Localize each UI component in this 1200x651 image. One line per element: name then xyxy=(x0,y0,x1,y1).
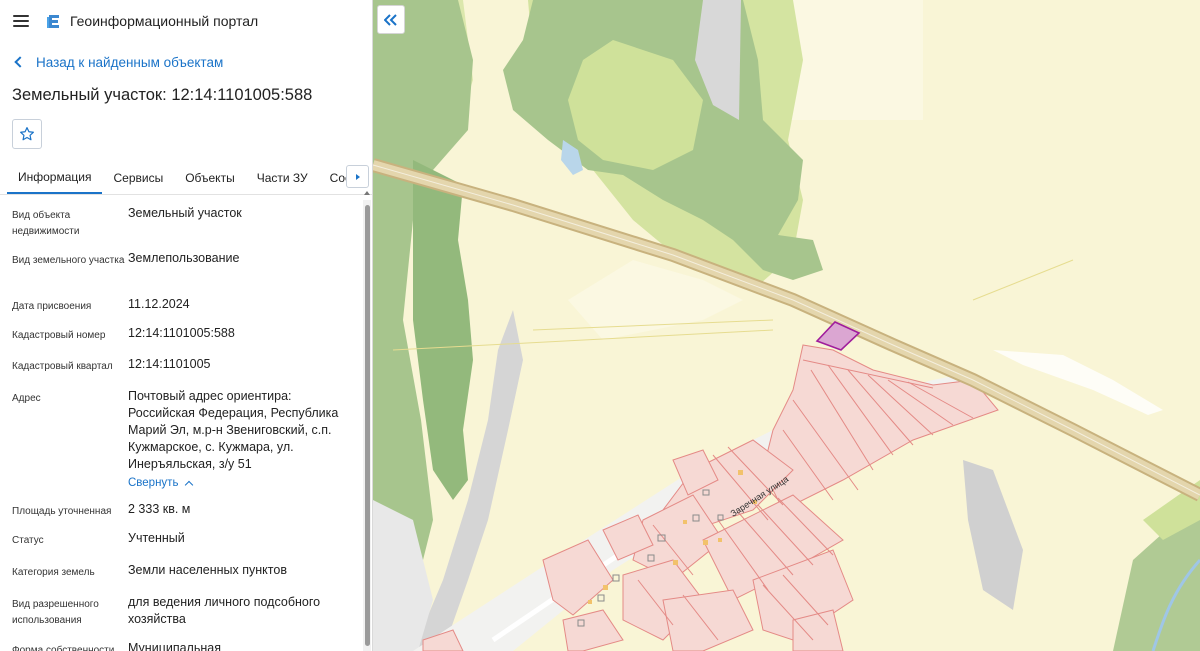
address-value: Почтовый адрес ориентира: Российская Фед… xyxy=(128,389,339,471)
collapse-label: Свернуть xyxy=(128,477,179,489)
sidebar-header: Геоинформационный портал xyxy=(0,0,372,42)
property-value: 11.12.2024 xyxy=(128,297,190,311)
property-value: Землепользование xyxy=(128,251,240,265)
hamburger-icon[interactable] xyxy=(13,15,29,27)
property-value: 2 333 кв. м xyxy=(128,502,191,516)
favorite-button[interactable] xyxy=(12,119,42,149)
collapse-panel-button[interactable] xyxy=(377,5,405,34)
map-view[interactable]: Заречная улица xyxy=(373,0,1200,651)
scroll-up-arrow-icon[interactable] xyxy=(364,190,370,196)
property-key: Вид объекта недвижимости xyxy=(12,210,80,237)
tab-objects[interactable]: Объекты xyxy=(174,161,246,194)
property-value: для ведения личного подсобного хозяйства xyxy=(128,595,321,626)
property-value: Муниципальная xyxy=(128,641,221,651)
property-value: 12:14:1101005 xyxy=(128,357,211,371)
property-row-address: Адрес Почтовый адрес ориентира: Российск… xyxy=(0,388,350,492)
property-key: Дата присвоения xyxy=(12,301,92,312)
property-key: Вид разрешенного использования xyxy=(12,599,99,626)
tab-services[interactable]: Сервисы xyxy=(102,161,174,194)
tabs-scroll-right-button[interactable] xyxy=(346,165,369,188)
back-to-results-link[interactable]: Назад к найденным объектам xyxy=(0,42,372,82)
star-icon xyxy=(20,127,34,141)
property-row: Вид разрешенного использования для веден… xyxy=(0,594,350,629)
chevron-left-icon xyxy=(14,56,26,68)
property-key: Статус xyxy=(12,535,44,546)
property-row: Площадь уточненная 2 333 кв. м xyxy=(0,501,350,520)
scrollbar-thumb[interactable] xyxy=(365,205,370,646)
property-row: Форма собственности Муниципальная xyxy=(0,640,350,651)
map-canvas[interactable]: Заречная улица xyxy=(373,0,1200,651)
tab-information[interactable]: Информация xyxy=(7,161,103,194)
object-title: Земельный участок: 12:14:1101005:588 xyxy=(12,86,313,104)
property-row: Вид земельного участка Землепользование xyxy=(0,250,350,269)
property-row: Дата присвоения 11.12.2024 xyxy=(0,296,350,315)
property-row: Кадастровый квартал 12:14:1101005 xyxy=(0,356,350,375)
property-value: Земельный участок xyxy=(128,206,242,220)
property-value: Земли населенных пунктов xyxy=(128,563,287,577)
property-value: Учтенный xyxy=(128,531,185,545)
caret-right-icon xyxy=(355,173,360,180)
property-key: Форма собственности xyxy=(12,645,115,651)
property-key: Категория земель xyxy=(12,567,95,578)
property-row: Кадастровый номер 12:14:1101005:588 xyxy=(0,325,350,344)
portal-title: Геоинформационный портал xyxy=(70,13,259,29)
object-tabs: Информация Сервисы Объекты Части ЗУ Сост… xyxy=(0,161,372,195)
properties-list: Вид объекта недвижимости Земельный участ… xyxy=(0,200,362,651)
info-sidebar: Геоинформационный портал Назад к найденн… xyxy=(0,0,373,651)
property-key: Вид земельного участка xyxy=(12,255,125,266)
back-link-label: Назад к найденным объектам xyxy=(36,54,224,70)
property-row: Статус Учтенный xyxy=(0,530,350,549)
property-key: Адрес xyxy=(12,393,41,404)
property-row: Категория земель Земли населенных пункто… xyxy=(0,562,350,581)
chevron-up-icon xyxy=(185,480,194,490)
property-value: 12:14:1101005:588 xyxy=(128,326,235,340)
property-row: Вид объекта недвижимости Земельный участ… xyxy=(0,205,350,240)
property-key: Площадь уточненная xyxy=(12,506,112,517)
collapse-address-link[interactable]: Свернуть xyxy=(128,475,194,492)
double-chevron-left-icon xyxy=(384,13,397,26)
portal-logo-icon xyxy=(47,15,59,28)
property-key: Кадастровый номер xyxy=(12,330,106,341)
property-key: Кадастровый квартал xyxy=(12,361,113,372)
tab-parcel-parts[interactable]: Части ЗУ xyxy=(246,161,319,194)
